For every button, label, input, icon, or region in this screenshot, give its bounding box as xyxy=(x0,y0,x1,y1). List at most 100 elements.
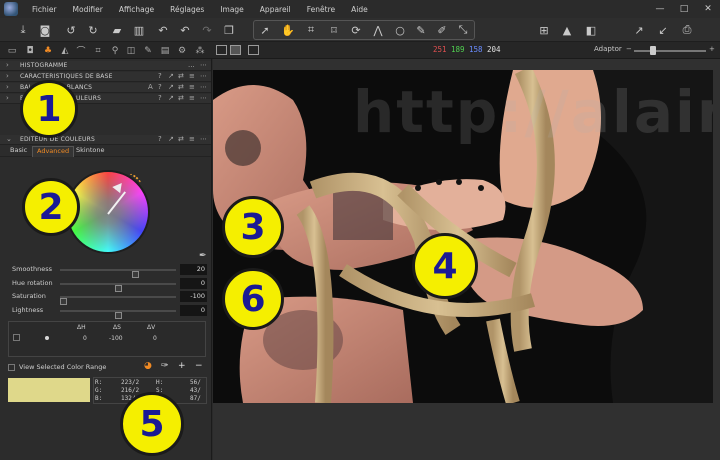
slider-track[interactable] xyxy=(60,310,176,319)
layers-tab-icon[interactable]: ◫ xyxy=(124,44,138,57)
circle-mask-icon[interactable]: ○ xyxy=(391,21,409,39)
table-row-checkbox[interactable] xyxy=(13,334,20,341)
color-tab-icon[interactable]: ♣ xyxy=(41,44,55,57)
lens-tab-icon[interactable]: ⌒ xyxy=(74,44,88,57)
viewer-browser-icon[interactable] xyxy=(248,45,259,55)
brush-icon[interactable]: ✎ xyxy=(412,21,430,39)
presets-icon[interactable]: ≡ xyxy=(189,135,195,143)
picker-icon[interactable]: ⤡ xyxy=(454,21,472,39)
auto-icon[interactable]: A xyxy=(148,83,153,91)
menu-affichage[interactable]: Affichage xyxy=(111,5,162,14)
reset-icon[interactable]: ↗ xyxy=(168,94,174,102)
reset-icon[interactable]: ↗ xyxy=(168,83,174,91)
minimize-button[interactable]: — xyxy=(648,0,672,18)
remove-correction-button[interactable]: − xyxy=(195,361,203,371)
section-base-characteristics[interactable]: › CARACTÉRISTIQUES DE BASE ? ↗ ⇄ ≡ ⋯ xyxy=(0,72,211,82)
menu-aide[interactable]: Aide xyxy=(343,5,376,14)
viewer-multi-icon[interactable] xyxy=(230,45,241,55)
rotate-tool-icon[interactable]: ⟳ xyxy=(347,21,365,39)
info-tab-icon[interactable]: ▤ xyxy=(158,44,172,57)
hue-rotation-slider[interactable]: Hue rotation 0 xyxy=(0,278,211,292)
menu-fenetre[interactable]: Fenêtre xyxy=(299,5,343,14)
copy-apply-icon[interactable]: ⇄ xyxy=(178,72,184,80)
tab-basic[interactable]: Basic xyxy=(6,146,31,157)
undo-icon[interactable]: ↶ xyxy=(176,21,194,39)
folder-tab-icon[interactable]: ▭ xyxy=(5,44,19,57)
section-more-icon[interactable]: ⋯ xyxy=(200,83,207,91)
section-histogram[interactable]: › HISTOGRAMME ... ⋯ xyxy=(0,61,211,71)
print-icon[interactable]: ⎙ xyxy=(678,21,696,39)
slider-track[interactable] xyxy=(60,296,176,305)
menu-reglages[interactable]: Réglages xyxy=(162,5,212,14)
view-selected-range-checkbox[interactable] xyxy=(8,364,15,371)
help-icon[interactable]: ? xyxy=(158,135,162,143)
section-more-icon[interactable]: ⋯ xyxy=(200,135,207,143)
section-more-icon[interactable]: ⋯ xyxy=(200,94,207,102)
camera-tab-icon[interactable]: ◘ xyxy=(23,44,37,57)
download-icon[interactable]: ⤓ xyxy=(14,21,32,39)
slider-track[interactable] xyxy=(60,283,176,292)
folder-export-icon[interactable]: ▰ xyxy=(108,21,126,39)
pointer-icon[interactable]: ➚ xyxy=(256,21,274,39)
undo-all-icon[interactable]: ↶ xyxy=(154,21,172,39)
rotate-right-icon[interactable]: ↻ xyxy=(84,21,102,39)
section-more-icon[interactable]: ⋯ xyxy=(200,61,207,69)
zoom-out-button[interactable]: − xyxy=(626,45,632,53)
smoothness-value[interactable]: 20 xyxy=(180,264,207,275)
tab-skintone[interactable]: Skintone xyxy=(72,146,108,157)
arrow-up-right-icon[interactable]: ↗ xyxy=(630,21,648,39)
help-icon[interactable]: ? xyxy=(158,72,162,80)
help-icon[interactable]: ? xyxy=(158,83,162,91)
reset-icon[interactable]: ↗ xyxy=(168,135,174,143)
menu-modifier[interactable]: Modifier xyxy=(65,5,111,14)
warning-icon[interactable]: ▲ xyxy=(558,21,576,39)
maximize-button[interactable]: □ xyxy=(672,0,696,18)
saturation-value[interactable]: -100 xyxy=(180,291,207,302)
brush-tab-icon[interactable]: ✎ xyxy=(141,44,155,57)
straighten-icon[interactable]: ⌑ xyxy=(325,21,343,39)
zoom-slider[interactable] xyxy=(634,50,706,52)
eraser-icon[interactable]: ✐ xyxy=(433,21,451,39)
reset-icon[interactable]: ↗ xyxy=(168,72,174,80)
grid-icon[interactable]: ⊞ xyxy=(535,21,553,39)
slider-knob[interactable] xyxy=(114,312,122,319)
help-icon[interactable]: ? xyxy=(158,94,162,102)
saturation-slider[interactable]: Saturation -100 xyxy=(0,291,211,305)
eyedropper-icon[interactable]: ✒ xyxy=(199,251,207,261)
menu-appareil[interactable]: Appareil xyxy=(252,5,299,14)
crop-icon[interactable]: ⌗ xyxy=(302,21,320,39)
section-color-editor[interactable]: ⌄ ÉDITEUR DE COULEURS ? ↗ ⇄ ≡ ⋯ xyxy=(0,135,211,145)
lightness-slider[interactable]: Lightness 0 xyxy=(0,305,211,319)
proof-profile-label[interactable]: Adaptor xyxy=(594,45,622,53)
keystone-icon[interactable]: ⋀ xyxy=(369,21,387,39)
viewer-single-icon[interactable] xyxy=(216,45,227,55)
menu-fichier[interactable]: Fichier xyxy=(24,5,65,14)
copy-apply-icon[interactable]: ⇄ xyxy=(178,94,184,102)
presets-icon[interactable]: ≡ xyxy=(189,72,195,80)
slider-track[interactable] xyxy=(60,269,176,278)
add-correction-button[interactable]: + xyxy=(178,361,186,371)
hand-icon[interactable]: ✋ xyxy=(279,21,297,39)
crop-tab-icon[interactable]: ⌗ xyxy=(91,44,105,57)
hue-rotation-value[interactable]: 0 xyxy=(180,278,207,289)
smoothness-slider[interactable]: Smoothness 20 xyxy=(0,264,211,278)
copy-apply-icon[interactable]: ⇄ xyxy=(178,135,184,143)
presets-icon[interactable]: ≡ xyxy=(189,83,195,91)
slider-knob[interactable] xyxy=(131,271,139,278)
section-menu-icon[interactable]: ... xyxy=(188,61,195,69)
picker-plus-icon[interactable]: ✑ xyxy=(161,361,169,371)
camera-icon[interactable]: ◙ xyxy=(36,21,54,39)
exposure-tab-icon[interactable]: ◭ xyxy=(58,44,72,57)
search-tab-icon[interactable]: ⚲ xyxy=(108,44,122,57)
presets-icon[interactable]: ≡ xyxy=(189,94,195,102)
section-more-icon[interactable]: ⋯ xyxy=(200,72,207,80)
gear-tab-icon[interactable]: ⚙ xyxy=(175,44,189,57)
slider-knob[interactable] xyxy=(60,298,67,305)
batch-tab-icon[interactable]: ⁂ xyxy=(193,44,207,57)
zoom-slider-handle[interactable] xyxy=(650,46,656,55)
exposure-icon[interactable]: ◧ xyxy=(582,21,600,39)
trash-icon[interactable]: ▥ xyxy=(130,21,148,39)
zoom-in-button[interactable]: + xyxy=(709,45,715,53)
lightness-value[interactable]: 0 xyxy=(180,305,207,316)
redo-icon[interactable]: ↷ xyxy=(198,21,216,39)
